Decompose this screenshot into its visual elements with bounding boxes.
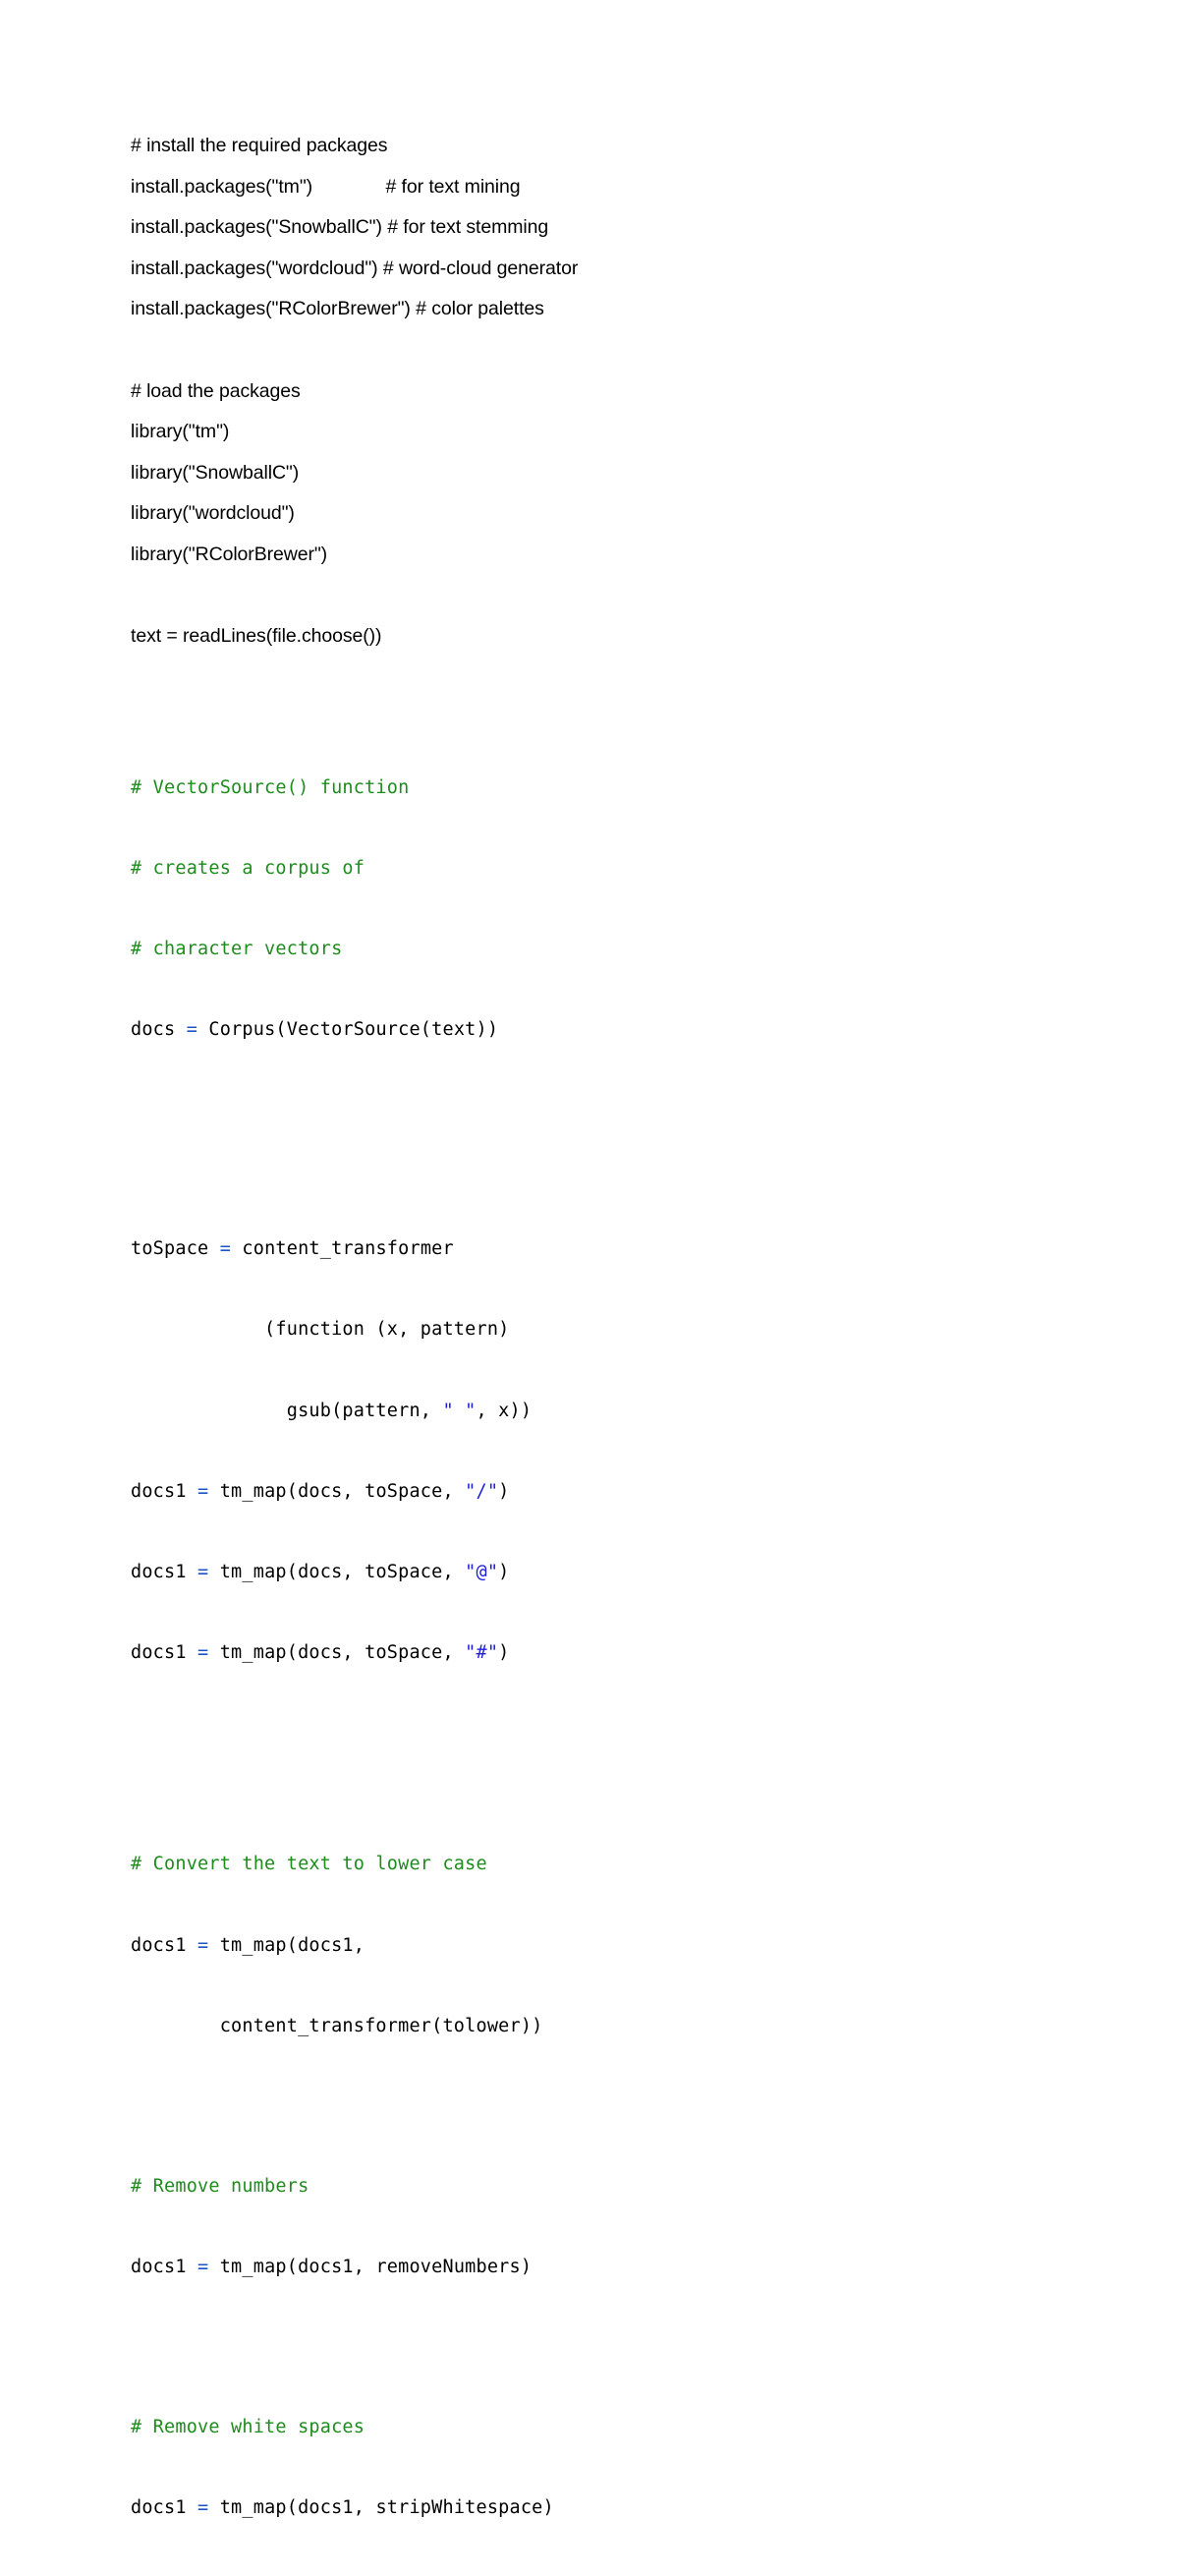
expr-tmmap-prefix: tm_map(docs, toSpace, xyxy=(219,1480,466,1502)
code-line-load-comment: # load the packages xyxy=(131,379,301,402)
var-docs1: docs1 xyxy=(131,1562,198,1583)
var-docs1: docs1 xyxy=(131,2257,198,2278)
string-literal-at: "@" xyxy=(465,1562,499,1583)
remove-whitespace-block: # Remove white spaces docs1 = tm_map(doc… xyxy=(131,2360,1179,2575)
expr-tmmap-prefix: tm_map(docs, toSpace, xyxy=(219,1562,466,1583)
load-packages-section: # load the packages library("tm") librar… xyxy=(131,372,1179,576)
code-line-tmmap-slash: docs1 = tm_map(docs, toSpace, "/") xyxy=(131,1478,1179,1505)
expr-gsub-suffix: , x)) xyxy=(476,1400,533,1421)
code-line-tmmap-at: docs1 = tm_map(docs, toSpace, "@") xyxy=(131,1559,1179,1585)
comment-vectorsource-1: # VectorSource() function xyxy=(131,776,410,798)
code-line-read-lines: text = readLines(file.choose()) xyxy=(131,625,382,648)
code-line-remove-numbers: docs1 = tm_map(docs1, removeNumbers) xyxy=(131,2254,1179,2280)
section-gap-2 xyxy=(131,1097,1179,1181)
var-tospace: toSpace xyxy=(131,1238,220,1260)
operator-assign: = xyxy=(197,1562,220,1583)
code-line-docs-corpus: docs = Corpus(VectorSource(text)) xyxy=(131,1016,1179,1043)
code-line-gsub: gsub(pattern, " ", x)) xyxy=(131,1398,1179,1424)
comment-remove-white-spaces: # Remove white spaces xyxy=(131,2417,365,2438)
expr-tmmap-stripwhitespace: tm_map(docs1, stripWhitespace) xyxy=(219,2497,554,2519)
var-docs1: docs1 xyxy=(131,1934,198,1956)
code-line-library-rcolorbrewer: library("RColorBrewer") xyxy=(131,543,328,565)
expr-tmmap-prefix: tm_map(docs, toSpace, xyxy=(219,1642,466,1664)
code-line-function-signature: (function (x, pattern) xyxy=(131,1319,510,1341)
comment-vectorsource-2: # creates a corpus of xyxy=(131,857,365,879)
string-literal-space: " " xyxy=(442,1400,477,1421)
code-line-library-snowballc: library("SnowballC") xyxy=(131,461,300,484)
code-line-tospace: toSpace = content_transformer xyxy=(131,1235,1179,1262)
read-text-section: text = readLines(file.choose()) xyxy=(131,616,1179,658)
expr-tmmap: tm_map(docs1, xyxy=(219,1934,365,1956)
comment-remove-numbers: # Remove numbers xyxy=(131,2175,309,2197)
operator-assign: = xyxy=(197,2497,220,2519)
string-literal-hash: "#" xyxy=(465,1642,499,1664)
string-literal-slash: "/" xyxy=(465,1480,499,1502)
section-gap-1 xyxy=(131,658,1179,720)
code-line-library-tm: library("tm") xyxy=(131,421,230,443)
var-docs1: docs1 xyxy=(131,1480,198,1502)
code-line-library-wordcloud: library("wordcloud") xyxy=(131,502,295,525)
operator-assign: = xyxy=(186,1019,209,1041)
operator-assign: = xyxy=(197,1934,220,1956)
expr-gsub-prefix: gsub(pattern, xyxy=(131,1400,443,1421)
var-docs1: docs1 xyxy=(131,1642,198,1664)
expr-tmmap-suffix: ) xyxy=(498,1480,510,1502)
var-docs1: docs1 xyxy=(131,2497,198,2519)
comment-vectorsource-3: # character vectors xyxy=(131,938,343,959)
var-docs: docs xyxy=(131,1019,187,1041)
tospace-block: toSpace = content_transformer (function … xyxy=(131,1181,1179,1720)
remove-numbers-block: # Remove numbers docs1 = tm_map(docs1, r… xyxy=(131,2119,1179,2334)
document-page: # install the required packages install.… xyxy=(0,0,1179,2518)
expr-corpus: Corpus(VectorSource(text)) xyxy=(208,1019,499,1041)
section-gap-3 xyxy=(131,1721,1179,1798)
section-gap-4 xyxy=(131,2093,1179,2119)
operator-assign: = xyxy=(219,1238,243,1260)
install-packages-section: # install the required packages install.… xyxy=(131,126,1179,330)
code-line-install-tm: install.packages("tm") # for text mining xyxy=(131,175,521,198)
code-line-install-comment: # install the required packages xyxy=(131,135,388,156)
code-line-install-snowballc: install.packages("SnowballC") # for text… xyxy=(131,216,549,239)
code-line-tolower-continuation: content_transformer(tolower)) xyxy=(131,2015,543,2036)
expr-content-transformer: content_transformer xyxy=(242,1238,454,1260)
expr-tmmap-suffix: ) xyxy=(498,1562,510,1583)
code-line-strip-whitespace: docs1 = tm_map(docs1, stripWhitespace) xyxy=(131,2494,1179,2521)
expr-tmmap-removenumbers: tm_map(docs1, removeNumbers) xyxy=(219,2257,533,2278)
vectorsource-block: # VectorSource() function # creates a co… xyxy=(131,720,1179,1098)
lowercase-block: # Convert the text to lower case docs1 =… xyxy=(131,1798,1179,2093)
operator-assign: = xyxy=(197,1642,220,1664)
code-line-install-wordcloud: install.packages("wordcloud") # word-clo… xyxy=(131,257,579,279)
operator-assign: = xyxy=(197,1480,220,1502)
comment-convert-lowercase: # Convert the text to lower case xyxy=(131,1854,487,1875)
code-line-install-rcolorbrewer: install.packages("RColorBrewer") # color… xyxy=(131,298,544,320)
section-gap-5 xyxy=(131,2334,1179,2360)
code-line-tmmap-hash: docs1 = tm_map(docs, toSpace, "#") xyxy=(131,1639,1179,1666)
expr-tmmap-suffix: ) xyxy=(498,1642,510,1664)
operator-assign: = xyxy=(197,2257,220,2278)
code-line-tmmap-lowercase: docs1 = tm_map(docs1, xyxy=(131,1932,1179,1959)
